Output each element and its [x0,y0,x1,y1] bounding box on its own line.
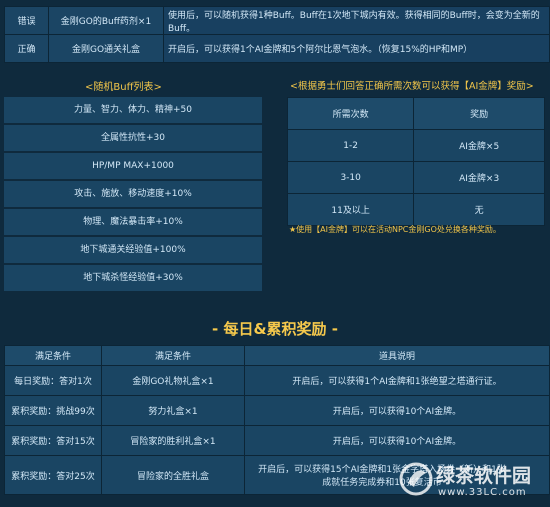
buff-list: 力量、智力、体力、精神+50 全属性抗性+30 HP/MP MAX+1000 攻… [4,97,262,293]
status-cell: 正确 [4,34,49,63]
award-table-panel: 所需次数 奖励 1-2 AI金牌×5 3-10 AI金牌×3 11及以上 无 [286,97,545,226]
table-row: 累积奖励：答对15次 冒险家的胜利礼盒×1 开启后，可以获得10个AI金牌。 [4,425,550,456]
daily-rewards-title: - 每日&累积奖励 - [212,320,338,338]
item-cell: 冒险家的全胜礼盒 [101,455,245,495]
table-row: 3-10 AI金牌×3 [286,161,545,194]
condition-cell: 累积奖励：答对25次 [4,455,102,495]
reward-cell: 无 [413,193,545,226]
item-cell: 冒险家的胜利礼盒×1 [101,425,245,456]
award-note: ★使用【AI金牌】可以在活动NPC金刚GO处兑换各种奖励。 [289,225,501,234]
desc-cell: 开启后，可以获得1个AI金牌和5个阿尔比恩气泡水。（恢复15%的HP和MP） [163,34,550,63]
desc-cell: 使用后，可以随机获得1种Buff。Buff在1次地下城内有效。获得相同的Buff… [163,6,550,35]
item-cell: 金刚GO礼物礼盒×1 [101,365,245,396]
table-row: 正确 金刚GO通关礼盒 开启后，可以获得1个AI金牌和5个阿尔比恩气泡水。（恢复… [4,34,550,63]
column-header: 满足条件 [4,345,102,366]
list-item: 物理、魔法暴击率+10% [4,209,262,237]
count-cell: 3-10 [286,161,415,194]
column-header: 道具说明 [244,345,550,366]
column-header: 满足条件 [101,345,245,366]
table-row: 每日奖励：答对1次 金刚GO礼物礼盒×1 开启后，可以获得1个AI金牌和1张绝望… [4,365,550,396]
item-cell: 金刚GO的Buff药剂×1 [48,6,164,35]
table-row: 1-2 AI金牌×5 [286,129,545,162]
table-row: 累积奖励：挑战99次 努力礼盒×1 开启后，可以获得10个AI金牌。 [4,395,550,426]
top-table-panel: 错误 金刚GO的Buff药剂×1 使用后，可以随机获得1种Buff。Buff在1… [4,6,550,63]
table-header-row: 满足条件 满足条件 道具说明 [4,345,550,366]
list-item: 全属性抗性+30 [4,125,262,153]
condition-cell: 每日奖励：答对1次 [4,365,102,396]
item-cell: 金刚GO通关礼盒 [48,34,164,63]
list-item: HP/MP MAX+1000 [4,153,262,181]
list-item: 攻击、施放、移动速度+10% [4,181,262,209]
condition-cell: 累积奖励：挑战99次 [4,395,102,426]
list-item: 力量、智力、体力、精神+50 [4,97,262,125]
watermark-url: www.33LC.com [438,487,527,498]
top-table: 错误 金刚GO的Buff药剂×1 使用后，可以随机获得1种Buff。Buff在1… [4,6,550,63]
condition-cell: 累积奖励：答对15次 [4,425,102,456]
column-header: 所需次数 [286,97,415,130]
desc-cell: 开启后，可以获得1个AI金牌和1张绝望之塔通行证。 [244,365,550,396]
award-table-title: <根据勇士们回答正确所需次数可以获得【AI金牌】奖励> [290,81,534,92]
list-item: 地下城通关经验值+100% [4,237,262,265]
table-header-row: 所需次数 奖励 [286,97,545,130]
item-cell: 努力礼盒×1 [101,395,245,426]
table-row: 错误 金刚GO的Buff药剂×1 使用后，可以随机获得1种Buff。Buff在1… [4,6,550,35]
count-cell: 11及以上 [286,193,415,226]
status-cell: 错误 [4,6,49,35]
award-table: 所需次数 奖励 1-2 AI金牌×5 3-10 AI金牌×3 11及以上 无 [286,97,545,226]
desc-cell: 开启后，可以获得10个AI金牌。 [244,425,550,456]
watermark-logo: 绿茶软件园 www.33LC.com [396,459,546,503]
table-row: 11及以上 无 [286,193,545,226]
list-item: 地下城杀怪经验值+30% [4,265,262,293]
column-header: 奖励 [413,97,545,130]
reward-cell: AI金牌×3 [413,161,545,194]
desc-cell: 开启后，可以获得10个AI金牌。 [244,395,550,426]
watermark-brand: 绿茶软件园 [436,465,532,487]
buff-list-title: <随机Buff列表> [85,82,162,93]
reward-cell: AI金牌×5 [413,129,545,162]
count-cell: 1-2 [286,129,415,162]
